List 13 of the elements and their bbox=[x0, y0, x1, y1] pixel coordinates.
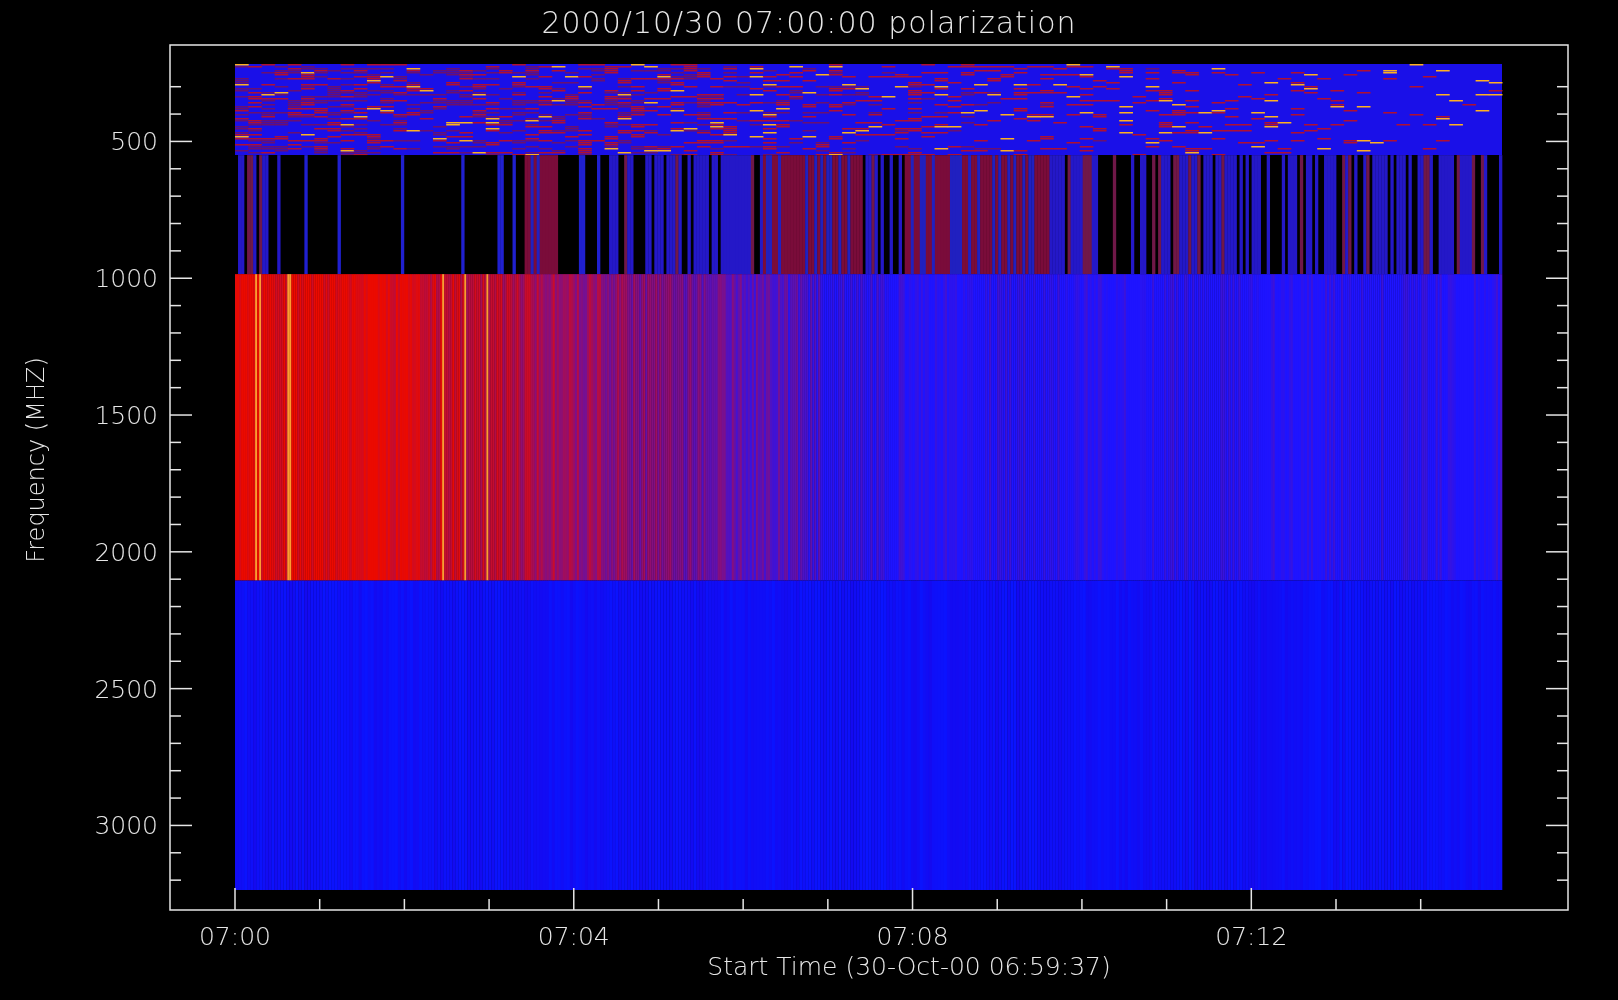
y-tick-label: 3000 bbox=[94, 811, 158, 841]
x-tick-label: 07:00 bbox=[199, 922, 271, 951]
y-tick-label: 1000 bbox=[94, 264, 158, 294]
x-tick-label: 07:04 bbox=[537, 922, 610, 951]
y-tick-label: 500 bbox=[110, 127, 158, 157]
x-tick-label: 07:08 bbox=[876, 922, 949, 951]
y-tick-label: 2000 bbox=[94, 537, 158, 567]
y-axis-label: Frequency (MHZ) bbox=[22, 357, 50, 563]
x-axis-label: Start Time (30-Oct-00 06:59:37) bbox=[707, 952, 1111, 981]
x-tick-label: 07:12 bbox=[1215, 922, 1288, 951]
plot-title: 2000/10/30 07:00:00 polarization bbox=[541, 4, 1077, 40]
y-tick-label: 1500 bbox=[94, 401, 158, 431]
y-tick-label: 2500 bbox=[94, 674, 158, 704]
